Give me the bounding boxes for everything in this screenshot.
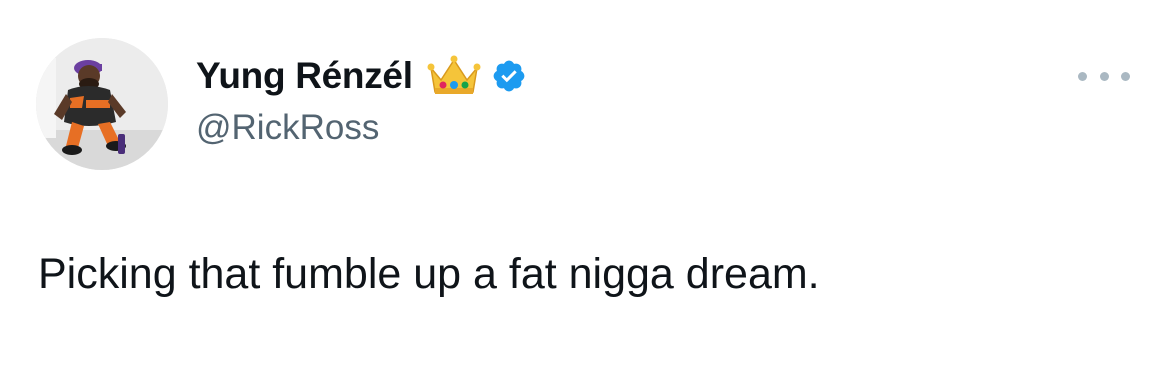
- tweet-body-text: Picking that fumble up a fat nigga dream…: [38, 250, 820, 298]
- dot: [1078, 71, 1087, 81]
- avatar-photo: [36, 38, 168, 170]
- dot: [1099, 71, 1109, 81]
- name-row: Yung Rénzél: [196, 52, 1050, 100]
- author-handle[interactable]: @RickRoss: [196, 108, 1050, 148]
- verified-badge-icon[interactable]: [491, 58, 527, 94]
- author-display-name[interactable]: Yung Rénzél: [196, 55, 413, 97]
- tweet-header: Yung Rénzél @RickRoss: [196, 52, 1050, 148]
- tweet-card: Yung Rénzél @RickRoss Picking that fumbl…: [0, 0, 1170, 390]
- author-avatar[interactable]: [36, 38, 168, 170]
- crown-icon: [425, 54, 483, 98]
- dot: [1121, 71, 1130, 81]
- more-options-icon[interactable]: [1078, 64, 1130, 88]
